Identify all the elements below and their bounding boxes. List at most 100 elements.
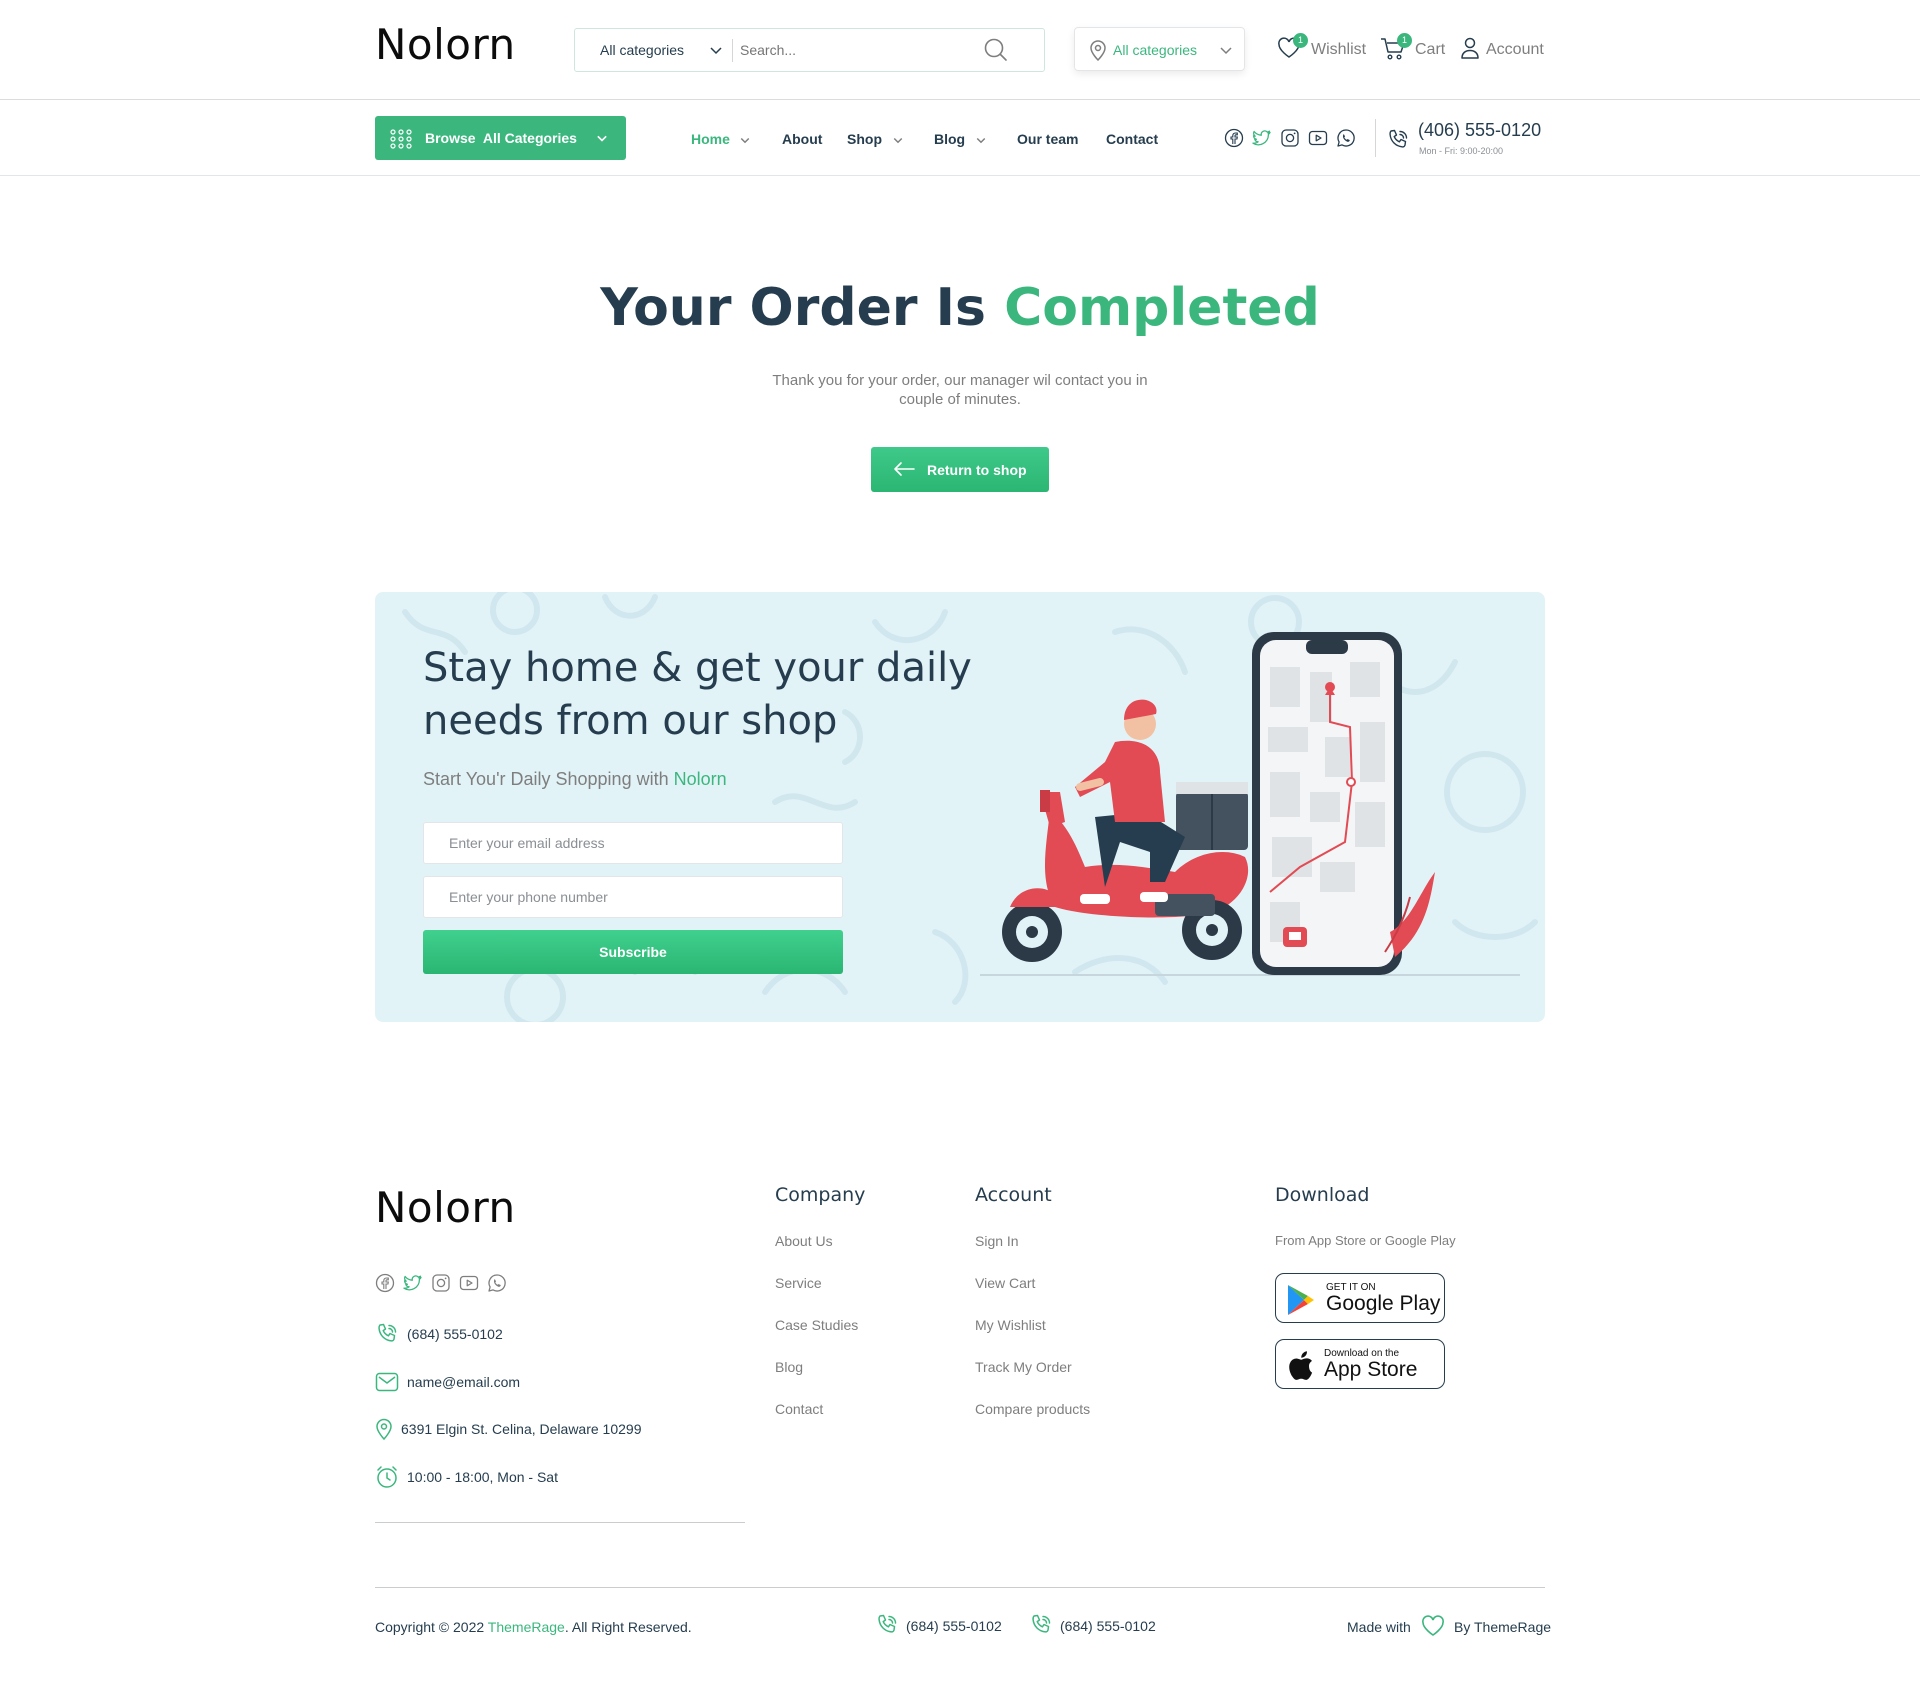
footer-link-blog[interactable]: Blog [775, 1359, 803, 1375]
chevron-down-icon[interactable] [972, 131, 990, 149]
youtube-icon[interactable] [459, 1273, 479, 1293]
phone-icon [878, 1614, 897, 1633]
footer-link-view-cart[interactable]: View Cart [975, 1275, 1035, 1291]
footer-download-subtitle: From App Store or Google Play [1275, 1233, 1456, 1248]
facebook-icon[interactable] [1224, 128, 1244, 148]
copyright-brand-link[interactable]: ThemeRage [488, 1619, 565, 1635]
wishlist-label: Wishlist [1311, 41, 1367, 58]
search-input[interactable] [740, 37, 970, 63]
copyright-text: Copyright © 2022 ThemeRage. All Right Re… [375, 1619, 692, 1635]
clock-icon [377, 1466, 397, 1488]
footer-address-text: 6391 Elgin St. Celina, Delaware 10299 [401, 1421, 642, 1437]
instagram-icon[interactable] [431, 1273, 451, 1293]
copyright-prefix: Copyright © 2022 [375, 1619, 488, 1635]
footer-phone[interactable]: (684) 555-0102 [375, 1322, 675, 1348]
nav-about[interactable]: About [782, 131, 822, 147]
search-icon[interactable] [983, 37, 1009, 63]
whatsapp-icon[interactable] [1336, 128, 1356, 148]
return-to-shop-button[interactable]: Return to shop [871, 447, 1049, 492]
bottom-phone-1[interactable]: (684) 555-0102 [875, 1613, 1015, 1639]
google-play-icon [1288, 1285, 1314, 1315]
footer-link-track-order[interactable]: Track My Order [975, 1359, 1072, 1375]
phone-icon [1032, 1614, 1051, 1633]
bottom-phone-2-text: (684) 555-0102 [1060, 1618, 1156, 1634]
nav-divider [1375, 119, 1376, 157]
footer-email[interactable]: name@email.com [375, 1370, 675, 1396]
wishlist-link[interactable]: 1 Wishlist [1277, 29, 1372, 59]
footer-contact-divider [375, 1522, 745, 1523]
chevron-down-icon[interactable] [736, 131, 754, 149]
app-store-button[interactable]: Download on the App Store [1275, 1339, 1445, 1389]
facebook-icon[interactable] [375, 1273, 395, 1293]
nav-our-team[interactable]: Our team [1017, 131, 1078, 147]
twitter-icon[interactable] [1252, 128, 1272, 148]
browse-categories-button[interactable]: Browse All Categories [375, 116, 626, 160]
chevron-down-icon [710, 47, 722, 55]
nav-contact[interactable]: Contact [1106, 131, 1158, 147]
wishlist-count-badge: 1 [1293, 33, 1308, 48]
footer-link-case-studies[interactable]: Case Studies [775, 1317, 858, 1333]
bottom-phone-2[interactable]: (684) 555-0102 [1029, 1613, 1169, 1639]
footer-link-compare-products[interactable]: Compare products [975, 1401, 1090, 1417]
banner-brand: Nolorn [673, 769, 727, 789]
footer-link-contact[interactable]: Contact [775, 1401, 823, 1417]
whatsapp-icon[interactable] [487, 1273, 507, 1293]
site-logo[interactable]: Nolorn [375, 20, 516, 69]
top-header: Nolorn All categories All categories 1 W… [0, 0, 1920, 100]
search-bar: All categories [574, 28, 1045, 72]
footer-link-my-wishlist[interactable]: My Wishlist [975, 1317, 1046, 1333]
chevron-down-icon [597, 135, 607, 142]
header-hours: Mon - Fri: 9:00-20:00 [1419, 146, 1504, 156]
grid-dots-icon [390, 129, 412, 149]
chevron-down-icon[interactable] [889, 131, 907, 149]
apple-icon [1289, 1351, 1313, 1380]
instagram-icon[interactable] [1280, 128, 1300, 148]
account-link[interactable]: Account [1460, 29, 1546, 59]
made-with-text: Made with [1347, 1619, 1411, 1635]
footer-bottom-divider [375, 1587, 1545, 1588]
main-nav: Browse All Categories Home About Shop Bl… [0, 101, 1920, 176]
bottom-phone-1-text: (684) 555-0102 [906, 1618, 1002, 1634]
google-play-button[interactable]: GET IT ON Google Play [1275, 1273, 1445, 1323]
nav-blog[interactable]: Blog [934, 131, 965, 147]
browse-categories-label: Browse All Categories [425, 130, 577, 146]
footer-account-heading: Account [975, 1184, 1052, 1206]
location-select[interactable]: All categories [1074, 27, 1245, 71]
location-pin-icon [376, 1418, 392, 1441]
footer-company-heading: Company [775, 1184, 866, 1206]
cart-link[interactable]: 1 Cart [1380, 29, 1448, 60]
google-play-big-text: Google Play [1326, 1292, 1441, 1315]
footer-logo[interactable]: Nolorn [375, 1183, 516, 1232]
newsletter-banner: Stay home & get your daily needs from ou… [375, 592, 1545, 1022]
banner-subtitle-text: Start You'r Daily Shopping with [423, 769, 674, 789]
heart-icon [1422, 1615, 1444, 1636]
location-pin-icon [1090, 40, 1106, 61]
chevron-down-icon [1220, 47, 1232, 55]
footer-download-heading: Download [1275, 1184, 1370, 1206]
footer-email-text: name@email.com [407, 1374, 521, 1390]
youtube-icon[interactable] [1308, 128, 1328, 148]
email-field[interactable] [423, 822, 843, 864]
page-title: Your Order Is Completed [0, 278, 1920, 338]
nav-shop[interactable]: Shop [847, 131, 882, 147]
nav-home[interactable]: Home [691, 131, 730, 147]
mail-icon [375, 1372, 399, 1392]
made-by-text: By ThemeRage [1454, 1619, 1552, 1635]
header-phone[interactable]: (406) 555-0120 [1418, 120, 1541, 141]
delivery-scooter-illustration [980, 632, 1520, 976]
banner-subtitle: Start You'r Daily Shopping with Nolorn [423, 769, 727, 790]
page-title-main: Your Order Is [600, 278, 1005, 338]
phone-field[interactable] [423, 876, 843, 918]
location-label: All categories [1113, 42, 1198, 58]
twitter-icon[interactable] [403, 1273, 423, 1293]
banner-title: Stay home & get your daily needs from ou… [423, 645, 972, 744]
footer-link-service[interactable]: Service [775, 1275, 822, 1291]
page-title-highlight: Completed [1004, 278, 1320, 338]
order-confirmation-text: Thank you for your order, our manager wi… [772, 372, 1148, 408]
return-to-shop-label: Return to shop [927, 462, 1027, 478]
footer-link-sign-in[interactable]: Sign In [975, 1233, 1019, 1249]
footer-link-about-us[interactable]: About Us [775, 1233, 833, 1249]
search-category-select[interactable]: All categories [600, 42, 684, 58]
subscribe-button[interactable]: Subscribe [423, 930, 843, 974]
phone-icon [378, 1323, 397, 1342]
